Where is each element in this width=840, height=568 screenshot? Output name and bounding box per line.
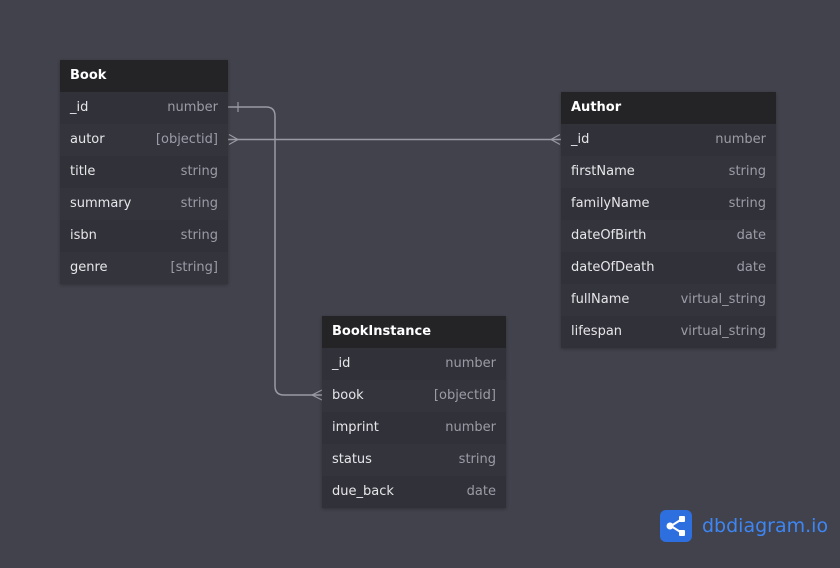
field-type: number: [445, 356, 496, 371]
field-type: [objectid]: [155, 132, 218, 147]
brand-name-suffix: .io: [805, 515, 829, 537]
field-type: string: [728, 164, 766, 179]
field-name: firstName: [571, 164, 635, 179]
brand-name: dbdiagram.io: [702, 515, 828, 537]
field-type: number: [167, 100, 218, 115]
field-type: [string]: [170, 260, 218, 275]
field-name: genre: [70, 260, 108, 275]
field-name: due_back: [332, 484, 394, 499]
field-row[interactable]: dateOfDeath date: [561, 252, 776, 284]
field-name: book: [332, 388, 364, 403]
brand-name-main: dbdiagram: [702, 515, 806, 537]
field-type: string: [458, 452, 496, 467]
field-name: isbn: [70, 228, 97, 243]
field-type: [objectid]: [433, 388, 496, 403]
field-row[interactable]: fullName virtual_string: [561, 284, 776, 316]
field-row[interactable]: genre [string]: [60, 252, 228, 284]
many-marker: [311, 389, 323, 401]
field-row[interactable]: status string: [322, 444, 506, 476]
field-name: _id: [571, 132, 590, 147]
table-bookinstance[interactable]: BookInstance _id number book [objectid] impr…: [322, 316, 506, 508]
diagram-canvas[interactable]: Book _id number autor [objectid] title string…: [0, 0, 840, 568]
field-name: title: [70, 164, 96, 179]
field-row[interactable]: _id number: [322, 348, 506, 380]
field-name: dateOfDeath: [571, 260, 655, 275]
brand-logo-link[interactable]: dbdiagram.io: [660, 510, 828, 542]
field-name: imprint: [332, 420, 379, 435]
field-type: string: [180, 228, 218, 243]
field-name: _id: [332, 356, 351, 371]
table-author[interactable]: Author _id number firstName string familyNam…: [561, 92, 776, 348]
field-type: date: [736, 228, 766, 243]
many-marker: [228, 133, 239, 146]
relation-book-bookinstance[interactable]: [228, 106, 322, 396]
field-row[interactable]: due_back date: [322, 476, 506, 508]
table-header[interactable]: Author: [561, 92, 776, 124]
field-name: status: [332, 452, 372, 467]
field-row[interactable]: imprint number: [322, 412, 506, 444]
field-row[interactable]: summary string: [60, 188, 228, 220]
field-name: _id: [70, 100, 89, 115]
field-name: dateOfBirth: [571, 228, 647, 243]
field-row[interactable]: lifespan virtual_string: [561, 316, 776, 348]
field-type: string: [728, 196, 766, 211]
field-row[interactable]: autor [objectid]: [60, 124, 228, 156]
field-name: summary: [70, 196, 132, 211]
field-row[interactable]: familyName string: [561, 188, 776, 220]
share-nodes-icon: [660, 510, 692, 542]
field-row[interactable]: title string: [60, 156, 228, 188]
field-row[interactable]: _id number: [60, 92, 228, 124]
table-header[interactable]: Book: [60, 60, 228, 92]
field-type: string: [180, 196, 218, 211]
field-type: date: [736, 260, 766, 275]
field-row[interactable]: _id number: [561, 124, 776, 156]
field-type: string: [180, 164, 218, 179]
many-marker: [550, 133, 561, 146]
field-type: virtual_string: [680, 324, 766, 339]
field-row[interactable]: book [objectid]: [322, 380, 506, 412]
field-name: fullName: [571, 292, 630, 307]
field-row[interactable]: dateOfBirth date: [561, 220, 776, 252]
field-row[interactable]: isbn string: [60, 220, 228, 252]
field-type: virtual_string: [680, 292, 766, 307]
table-header[interactable]: BookInstance: [322, 316, 506, 348]
field-name: autor: [70, 132, 105, 147]
field-name: familyName: [571, 196, 650, 211]
field-name: lifespan: [571, 324, 623, 339]
field-type: date: [466, 484, 496, 499]
field-type: number: [715, 132, 766, 147]
table-book[interactable]: Book _id number autor [objectid] title string…: [60, 60, 228, 284]
field-type: number: [445, 420, 496, 435]
field-row[interactable]: firstName string: [561, 156, 776, 188]
